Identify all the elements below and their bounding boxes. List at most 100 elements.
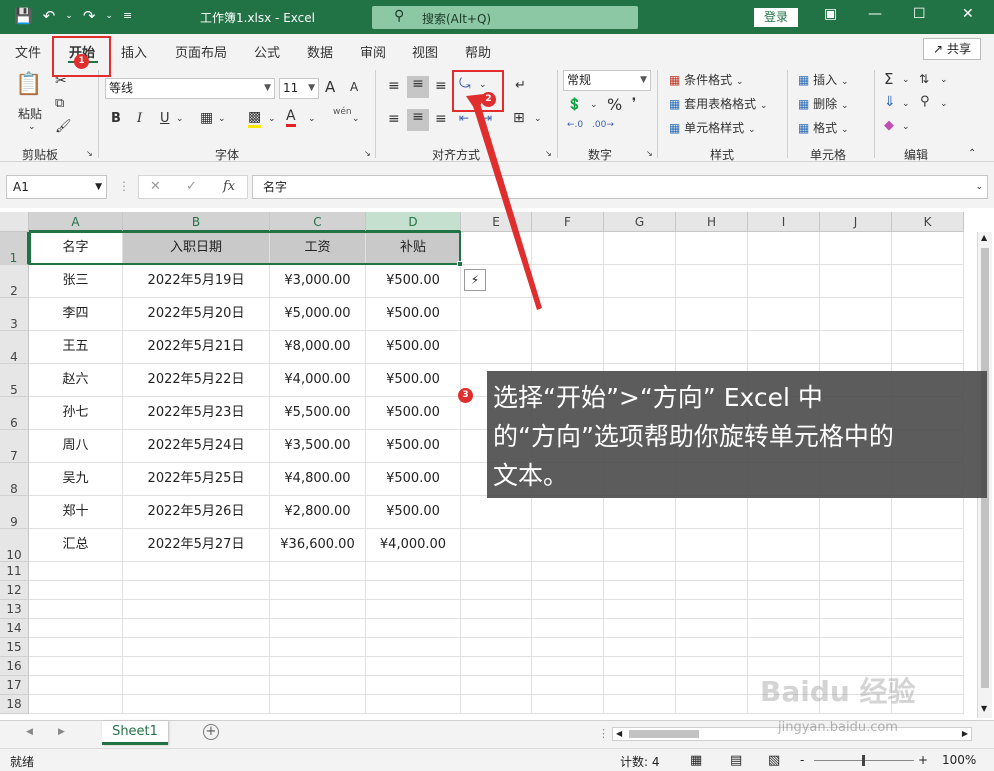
row-header-4[interactable]: 4 xyxy=(0,331,29,364)
empty-cell[interactable] xyxy=(604,619,676,638)
empty-cell[interactable] xyxy=(676,638,748,657)
select-all-corner[interactable] xyxy=(0,212,29,232)
tab-view[interactable]: 视图 xyxy=(412,42,438,61)
comma-style-icon[interactable]: ❜ xyxy=(632,96,636,111)
empty-cell[interactable] xyxy=(29,619,123,638)
column-header-i[interactable]: I xyxy=(748,212,820,232)
empty-cell[interactable] xyxy=(532,638,604,657)
empty-cell[interactable] xyxy=(532,529,604,562)
find-select-icon[interactable]: ⚲ xyxy=(920,94,930,109)
data-cell[interactable]: ¥500.00 xyxy=(366,496,461,529)
customize-qat-icon[interactable]: ≡ xyxy=(123,7,132,25)
empty-cell[interactable] xyxy=(532,298,604,331)
save-icon[interactable]: 💾 xyxy=(14,7,33,25)
empty-cell[interactable] xyxy=(748,600,820,619)
data-cell[interactable]: 孙七 xyxy=(29,397,123,430)
empty-cell[interactable] xyxy=(29,600,123,619)
shrink-font-icon[interactable]: A xyxy=(350,80,358,94)
empty-cell[interactable] xyxy=(604,676,676,695)
sort-filter-dropdown-icon[interactable]: ⌄ xyxy=(940,75,948,85)
number-launcher-icon[interactable]: ↘ xyxy=(646,149,653,158)
data-cell[interactable]: 周八 xyxy=(29,430,123,463)
fill-dropdown-icon[interactable]: ⌄ xyxy=(902,99,910,109)
empty-cell[interactable] xyxy=(366,657,461,676)
data-cell[interactable]: 2022年5月24日 xyxy=(123,430,270,463)
empty-cell[interactable] xyxy=(748,232,820,265)
tab-review[interactable]: 审阅 xyxy=(360,42,386,61)
empty-cell[interactable] xyxy=(892,619,964,638)
empty-cell[interactable] xyxy=(532,619,604,638)
row-header-3[interactable]: 3 xyxy=(0,298,29,331)
empty-cell[interactable] xyxy=(820,619,892,638)
row-header-7[interactable]: 7 xyxy=(0,430,29,463)
empty-cell[interactable] xyxy=(892,581,964,600)
redo-dropdown-icon[interactable]: ⌄ xyxy=(105,7,113,25)
font-color-dropdown-icon[interactable]: ⌄ xyxy=(308,114,316,124)
empty-cell[interactable] xyxy=(676,619,748,638)
alignment-launcher-icon[interactable]: ↘ xyxy=(545,149,552,158)
data-cell[interactable]: ¥500.00 xyxy=(366,331,461,364)
accounting-format-icon[interactable]: 💲 xyxy=(567,97,582,111)
empty-cell[interactable] xyxy=(748,265,820,298)
data-cell[interactable]: 汇总 xyxy=(29,529,123,562)
decrease-indent-icon[interactable]: ⇤ xyxy=(459,111,469,125)
close-icon[interactable]: ✕ xyxy=(962,6,974,22)
fill-handle[interactable] xyxy=(457,261,463,267)
clipboard-launcher-icon[interactable]: ↘ xyxy=(86,149,93,158)
increase-indent-icon[interactable]: ⇥ xyxy=(482,111,492,125)
search-box[interactable]: ⚲ 搜索(Alt+Q) xyxy=(372,6,638,29)
empty-cell[interactable] xyxy=(29,676,123,695)
data-cell[interactable]: 2022年5月19日 xyxy=(123,265,270,298)
data-cell[interactable]: 郑十 xyxy=(29,496,123,529)
data-cell[interactable]: ¥500.00 xyxy=(366,364,461,397)
empty-cell[interactable] xyxy=(532,496,604,529)
empty-cell[interactable] xyxy=(676,657,748,676)
empty-cell[interactable] xyxy=(532,676,604,695)
scroll-down-icon[interactable]: ▼ xyxy=(981,704,987,713)
empty-cell[interactable] xyxy=(123,676,270,695)
page-break-view-icon[interactable]: ▧ xyxy=(768,753,780,768)
format-cells-button[interactable]: ▦ 格式 ⌄ xyxy=(798,119,849,136)
empty-cell[interactable] xyxy=(820,562,892,581)
empty-cell[interactable] xyxy=(123,638,270,657)
data-cell[interactable]: 张三 xyxy=(29,265,123,298)
grow-font-icon[interactable]: A xyxy=(325,78,335,96)
format-painter-icon[interactable]: 🖌 xyxy=(55,119,72,134)
empty-cell[interactable] xyxy=(820,331,892,364)
empty-cell[interactable] xyxy=(461,298,532,331)
data-cell[interactable]: ¥8,000.00 xyxy=(270,331,366,364)
empty-cell[interactable] xyxy=(748,638,820,657)
empty-cell[interactable] xyxy=(461,657,532,676)
row-header-1[interactable]: 1 xyxy=(0,232,29,265)
empty-cell[interactable] xyxy=(604,562,676,581)
column-header-f[interactable]: F xyxy=(532,212,604,232)
formula-input[interactable]: 名字 ⌄ xyxy=(252,175,988,199)
tab-formulas[interactable]: 公式 xyxy=(254,42,280,61)
autosum-dropdown-icon[interactable]: ⌄ xyxy=(902,75,910,85)
empty-cell[interactable] xyxy=(123,695,270,714)
undo-icon[interactable]: ↶ xyxy=(43,7,56,25)
ribbon-display-icon[interactable]: ▣ xyxy=(824,6,837,22)
empty-cell[interactable] xyxy=(270,695,366,714)
decrease-decimal-icon[interactable]: .00→ xyxy=(592,120,614,130)
data-cell[interactable]: 2022年5月21日 xyxy=(123,331,270,364)
data-cell[interactable]: 2022年5月20日 xyxy=(123,298,270,331)
empty-cell[interactable] xyxy=(676,562,748,581)
border-icon[interactable]: ▦ xyxy=(200,110,213,126)
data-cell[interactable]: ¥3,500.00 xyxy=(270,430,366,463)
empty-cell[interactable] xyxy=(270,600,366,619)
empty-cell[interactable] xyxy=(892,529,964,562)
empty-cell[interactable] xyxy=(892,298,964,331)
empty-cell[interactable] xyxy=(604,232,676,265)
data-cell[interactable]: ¥5,500.00 xyxy=(270,397,366,430)
format-as-table-button[interactable]: ▦ 套用表格格式 ⌄ xyxy=(669,95,768,112)
empty-cell[interactable] xyxy=(29,562,123,581)
empty-cell[interactable] xyxy=(532,232,604,265)
clear-icon[interactable]: ◆ xyxy=(884,118,894,133)
align-bottom-icon[interactable]: ≡ xyxy=(435,78,447,94)
underline-dropdown-icon[interactable]: ⌄ xyxy=(176,114,184,124)
empty-cell[interactable] xyxy=(532,581,604,600)
data-cell[interactable]: ¥4,000.00 xyxy=(366,529,461,562)
data-cell[interactable]: ¥500.00 xyxy=(366,298,461,331)
empty-cell[interactable] xyxy=(604,695,676,714)
